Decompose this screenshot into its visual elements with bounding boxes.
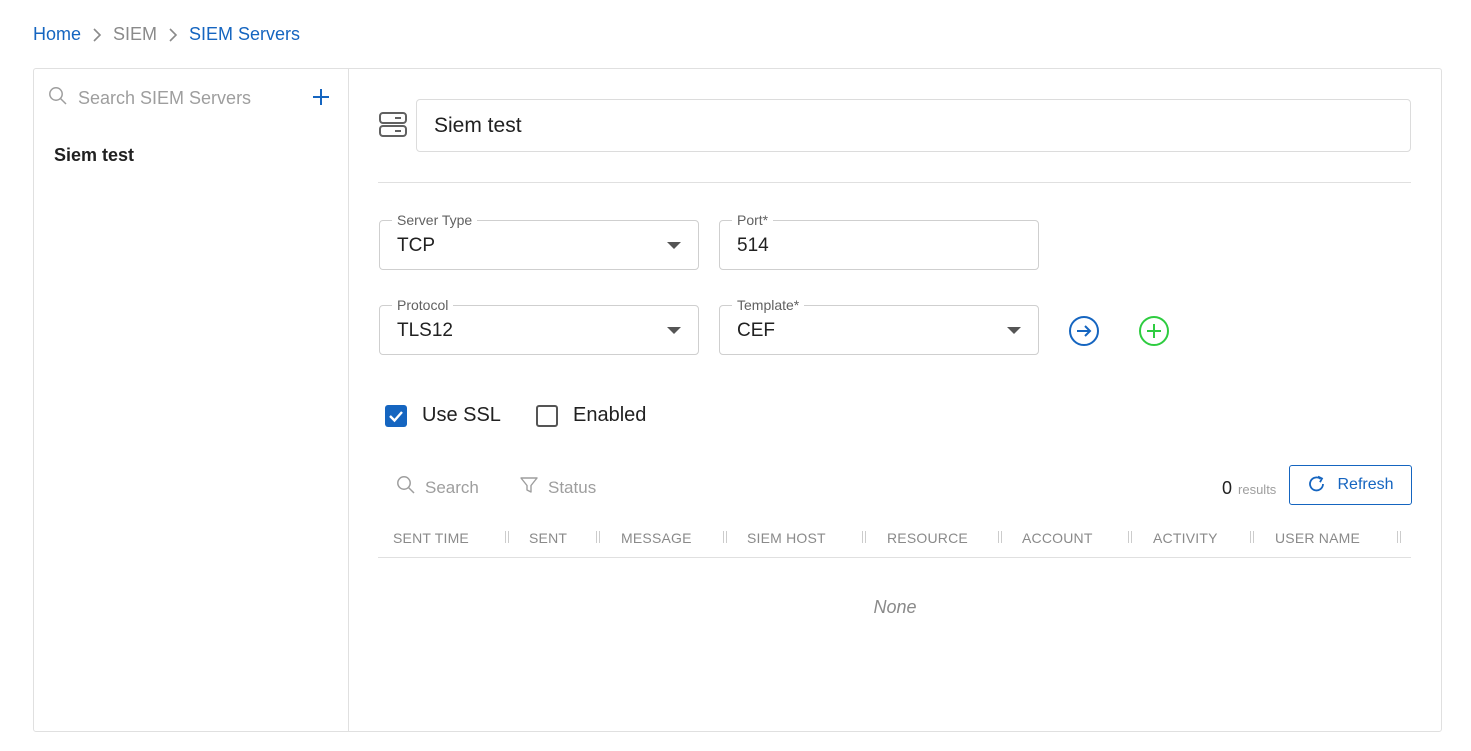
checkbox-checked-icon [385, 404, 407, 427]
checkbox-unchecked-icon [536, 404, 558, 427]
server-detail: Siem test Server Type TCP Port* 514 Prot… [349, 69, 1441, 731]
caret-down-icon [667, 242, 681, 249]
chevron-right-icon [157, 27, 189, 42]
divider [378, 182, 1411, 183]
use-ssl-checkbox[interactable]: Use SSL [385, 404, 501, 427]
use-ssl-label: Use SSL [422, 404, 501, 426]
results-count: 0 [1222, 478, 1233, 498]
column-resize-handle[interactable] [998, 531, 1002, 543]
caret-down-icon [1007, 327, 1021, 334]
server-name-field[interactable]: Siem test [416, 99, 1411, 152]
protocol-select[interactable]: Protocol TLS12 [379, 297, 699, 355]
results-label: results [1238, 482, 1277, 497]
column-message[interactable]: MESSAGE [621, 530, 692, 546]
status-filter[interactable]: Status [519, 475, 596, 500]
go-to-template-button[interactable] [1068, 315, 1100, 347]
filter-icon [519, 475, 539, 500]
column-resize-handle[interactable] [723, 531, 727, 543]
template-value: CEF [737, 320, 775, 341]
table-empty-state: None [873, 597, 917, 617]
column-account[interactable]: ACCOUNT [1022, 530, 1093, 546]
port-label: Port* [732, 212, 774, 228]
breadcrumb-siem-servers[interactable]: SIEM Servers [189, 24, 300, 45]
sidebar-search-input[interactable] [78, 87, 268, 109]
column-user-name[interactable]: USER NAME [1275, 530, 1360, 546]
column-resize-handle[interactable] [1250, 531, 1254, 543]
search-icon [48, 86, 68, 111]
refresh-label: Refresh [1337, 476, 1394, 493]
server-icon [378, 111, 408, 139]
column-resize-handle[interactable] [1397, 531, 1401, 543]
add-template-button[interactable] [1138, 315, 1170, 347]
template-select[interactable]: Template* CEF [719, 297, 1039, 355]
server-type-value: TCP [397, 235, 435, 256]
arrow-right-circle-icon [1069, 316, 1099, 346]
refresh-button[interactable]: Refresh [1289, 465, 1412, 505]
column-sent-time[interactable]: SENT TIME [393, 530, 469, 546]
column-siem-host[interactable]: SIEM HOST [747, 530, 826, 546]
port-field[interactable]: Port* 514 [719, 212, 1039, 270]
results-summary: 0 results [1222, 478, 1276, 499]
caret-down-icon [667, 327, 681, 334]
column-resource[interactable]: RESOURCE [887, 530, 968, 546]
main-panel: Siem test Siem test Server Type TCP Port… [33, 68, 1442, 732]
table-header: SENT TIME SENT MESSAGE SIEM HOST RESOURC… [378, 523, 1411, 558]
protocol-value: TLS12 [397, 320, 453, 341]
column-resize-handle[interactable] [596, 531, 600, 543]
sidebar-search [48, 86, 273, 111]
status-filter-label: Status [548, 477, 597, 497]
protocol-label: Protocol [392, 297, 454, 313]
sidebar: Siem test [34, 69, 349, 731]
plus-icon [313, 89, 329, 105]
template-label: Template* [732, 297, 805, 313]
enabled-label: Enabled [573, 404, 647, 426]
plus-circle-icon [1139, 316, 1169, 346]
column-resize-handle[interactable] [505, 531, 509, 543]
table-search[interactable]: Search [396, 475, 479, 500]
server-type-label: Server Type [392, 212, 478, 228]
chevron-right-icon [81, 27, 113, 42]
column-activity[interactable]: ACTIVITY [1153, 530, 1218, 546]
search-icon [396, 475, 416, 500]
add-server-button[interactable] [310, 86, 332, 108]
sidebar-item-siem-test[interactable]: Siem test [54, 145, 134, 166]
port-value: 514 [737, 235, 769, 256]
server-type-select[interactable]: Server Type TCP [379, 212, 699, 270]
breadcrumb-home[interactable]: Home [33, 24, 81, 45]
column-resize-handle[interactable] [1128, 531, 1132, 543]
breadcrumb: Home SIEM SIEM Servers [33, 24, 300, 45]
column-sent[interactable]: SENT [529, 530, 567, 546]
refresh-icon [1307, 474, 1327, 497]
table-search-label: Search [425, 477, 479, 497]
column-resize-handle[interactable] [862, 531, 866, 543]
breadcrumb-siem[interactable]: SIEM [113, 24, 157, 45]
enabled-checkbox[interactable]: Enabled [536, 404, 646, 427]
